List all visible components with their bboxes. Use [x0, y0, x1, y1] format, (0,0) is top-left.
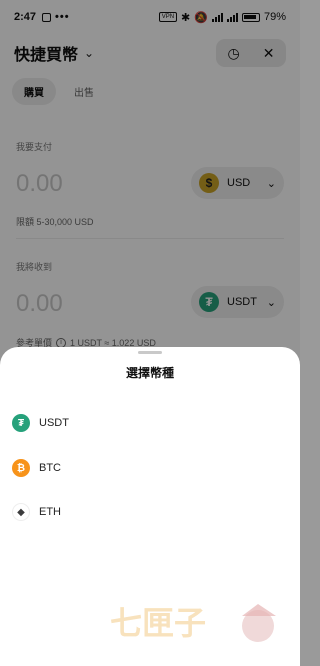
coin-option-usdt[interactable]: ₮ USDT: [12, 409, 288, 437]
bitcoin-icon: ₿: [12, 459, 30, 477]
ethereum-icon: ◆: [12, 503, 30, 521]
coin-label: ETH: [39, 506, 61, 518]
coin-option-eth[interactable]: ◆ ETH: [12, 498, 288, 526]
coin-option-btc[interactable]: ₿ BTC: [12, 454, 288, 482]
sheet-handle[interactable]: [138, 351, 162, 354]
coin-label: USDT: [39, 417, 69, 429]
tether-icon: ₮: [12, 414, 30, 432]
watermark-hat: [242, 604, 276, 616]
watermark-logo: 七匣子: [110, 604, 276, 642]
coin-label: BTC: [39, 462, 61, 474]
sheet-title: 選擇幣種: [125, 366, 174, 380]
watermark-text: 七匣子: [110, 604, 206, 642]
